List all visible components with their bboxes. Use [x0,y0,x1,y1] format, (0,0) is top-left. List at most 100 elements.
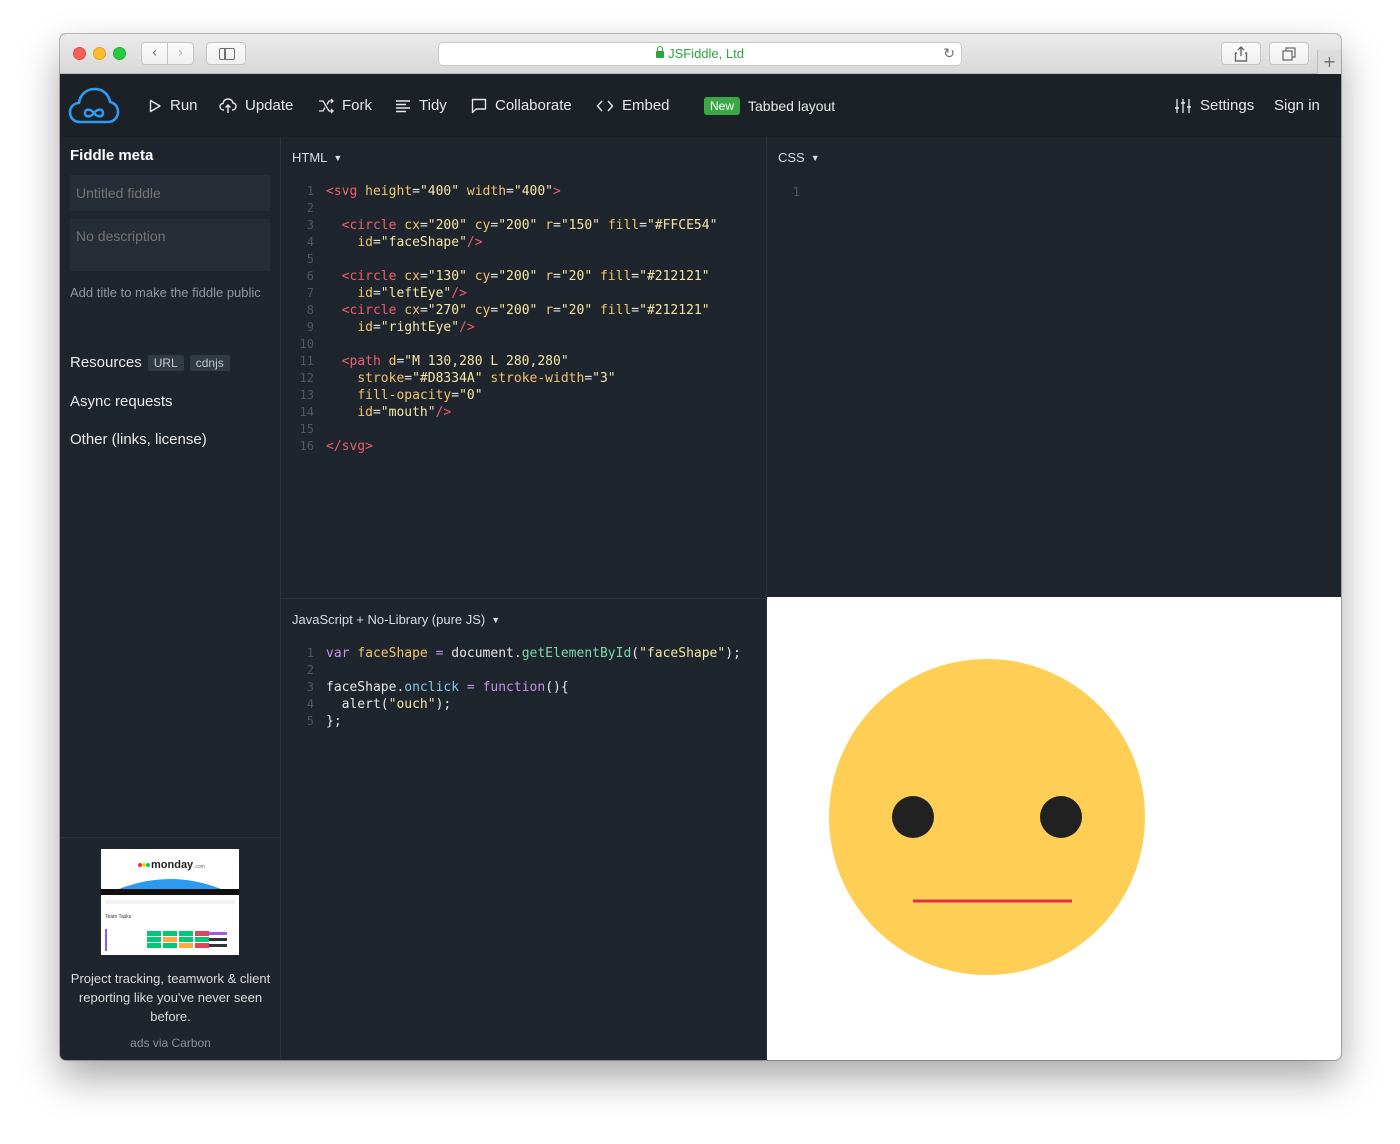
code-line: 3faceShape.onclick = function(){ [282,679,741,696]
code-text: </svg> [326,438,373,455]
code-token: faceShape [357,646,427,661]
code-token [537,269,545,284]
sidebar-icon [219,48,235,60]
fork-label: Fork [342,97,372,114]
collaborate-label: Collaborate [495,97,572,114]
html-editor[interactable]: 1<svg height="400" width="400">23 <circl… [282,183,717,455]
code-line: 8 <circle cx="270" cy="200" r="20" fill=… [282,302,717,319]
ad-board-title: Team Tasks [105,914,132,920]
face-shape[interactable] [829,659,1145,975]
code-line: 7 id="leftEye"/> [282,285,717,302]
code-token [357,184,365,199]
code-token [381,354,389,369]
address-bar[interactable]: JSFiddle, Ltd ↻ [438,42,962,66]
fiddle-meta-sidebar: Fiddle meta Add title to make the fiddle… [60,137,281,1060]
code-line: 4 alert("ouch"); [282,696,741,713]
sliders-icon [1174,98,1192,114]
app-header: Run Update Fork Tidy Collaborate Embed N… [60,74,1341,137]
line-number: 1 [282,645,326,662]
code-token: cx [404,218,420,233]
close-window-button[interactable] [73,47,86,60]
code-token: "faceShape" [639,646,725,661]
carbon-ad[interactable]: monday .com Team Tasks Project tracking,… [60,837,281,1060]
code-line: 4 id="faceShape"/> [282,234,717,251]
code-text: <svg height="400" width="400"> [326,183,561,200]
code-line: 1<svg height="400" width="400"> [282,183,717,200]
minimize-window-button[interactable] [93,47,106,60]
code-token: "150" [561,218,600,233]
css-editor[interactable]: 1 [768,184,812,201]
code-token: id [357,286,373,301]
ad-text[interactable]: Project tracking, teamwork & client repo… [68,969,273,1026]
code-token: <circle [342,269,397,284]
tabbed-layout-link[interactable]: New Tabbed layout [704,74,835,137]
embed-button[interactable]: Embed [596,74,670,137]
javascript-panel-header[interactable]: JavaScript + No-Library (pure JS) ▼ [292,612,500,627]
code-token: = [451,388,459,403]
code-token: cy [475,303,491,318]
show-tabs-button[interactable] [1269,42,1309,65]
align-left-icon [395,99,411,113]
code-token: = [420,303,428,318]
zoom-window-button[interactable] [113,47,126,60]
line-number: 4 [282,696,326,713]
fiddle-title-input[interactable] [70,175,270,211]
reload-icon[interactable]: ↻ [943,43,955,65]
code-token: "200" [498,218,537,233]
forward-button[interactable]: › [167,42,194,65]
code-token: "130" [428,269,467,284]
ad-image[interactable]: monday .com Team Tasks [101,849,239,955]
back-button[interactable]: ‹ [141,42,168,65]
javascript-panel: JavaScript + No-Library (pure JS) ▼ 1var… [282,598,767,1060]
code-token [475,680,483,695]
run-button[interactable]: Run [148,74,198,137]
sign-in-link[interactable]: Sign in [1274,74,1320,137]
update-label: Update [245,97,293,114]
forward-icon: › [178,45,184,61]
line-number: 1 [768,184,812,201]
ad-logo-text: monday [151,859,194,871]
code-token [326,218,342,233]
line-number: 8 [282,302,326,319]
back-icon: ‹ [152,45,158,61]
code-line: 6 <circle cx="130" cy="200" r="20" fill=… [282,268,717,285]
fork-button[interactable]: Fork [318,74,372,137]
cdnjs-tag[interactable]: cdnjs [190,355,230,371]
jsfiddle-logo[interactable] [68,86,120,130]
code-token: cx [404,269,420,284]
line-number: 6 [282,268,326,285]
css-panel-header[interactable]: CSS ▼ [778,150,820,165]
code-line: 2 [282,662,741,679]
fiddle-description-input[interactable] [70,219,270,271]
javascript-editor[interactable]: 1var faceShape = document.getElementById… [282,645,741,730]
html-panel-header[interactable]: HTML ▼ [292,150,342,165]
share-button[interactable] [1221,42,1261,65]
code-token: id [357,405,373,420]
code-line: 3 <circle cx="200" cy="200" r="150" fill… [282,217,717,234]
other-links-section[interactable]: Other (links, license) [70,431,207,448]
ads-via-carbon-link[interactable]: ads via Carbon [60,1036,281,1050]
code-token: width [467,184,506,199]
code-token: "#212121" [639,303,709,318]
code-token: "3" [592,371,615,386]
code-line: 1var faceShape = document.getElementById… [282,645,741,662]
settings-button[interactable]: Settings [1174,74,1254,137]
code-token: "rightEye" [381,320,459,335]
line-number: 3 [282,679,326,696]
async-requests-section[interactable]: Async requests [70,393,173,410]
url-tag[interactable]: URL [148,355,184,371]
code-token: stroke-width [490,371,584,386]
new-tab-button[interactable]: + [1317,50,1341,74]
code-token: (){ [545,680,568,695]
line-number: 10 [282,336,326,353]
collaborate-button[interactable]: Collaborate [471,74,572,137]
code-token: height [365,184,412,199]
code-token: ); [725,646,741,661]
resources-section[interactable]: Resources URL cdnjs [70,354,230,371]
update-button[interactable]: Update [219,74,293,137]
sidebar-toggle-button[interactable] [206,42,246,65]
code-token [326,371,357,386]
tidy-button[interactable]: Tidy [395,74,447,137]
code-text: <circle cx="270" cy="200" r="20" fill="#… [326,302,710,319]
line-number: 3 [282,217,326,234]
